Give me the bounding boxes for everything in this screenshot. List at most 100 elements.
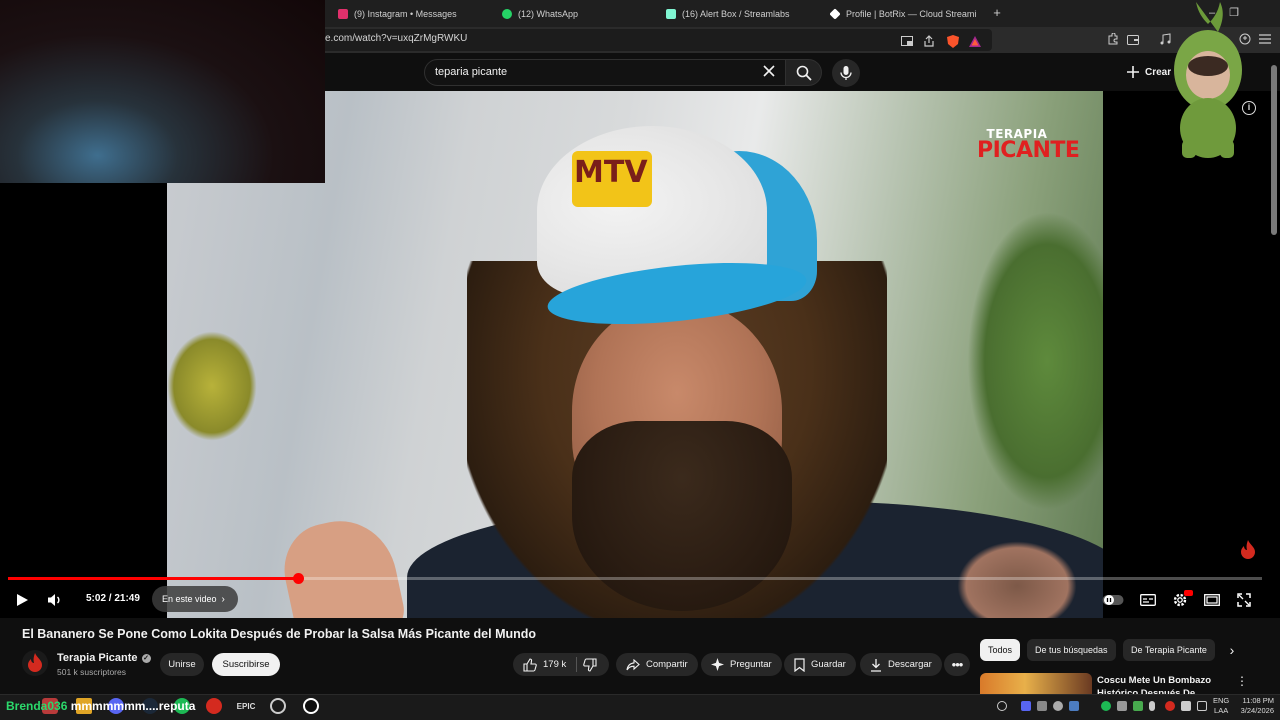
picture-in-picture-icon[interactable] <box>900 34 914 48</box>
clock-date: 3/24/2026 <box>1240 706 1274 715</box>
tab-label: (9) Instagram • Messages <box>354 8 457 19</box>
fullscreen-icon <box>1237 593 1251 607</box>
background-plant <box>967 211 1103 511</box>
tray-app-icon[interactable] <box>1117 701 1127 711</box>
epic-games-icon[interactable]: EPIC <box>237 698 256 714</box>
more-actions-button[interactable]: ••• <box>944 653 970 676</box>
channel-watermark: TERAPIA PICANTE <box>977 128 1080 162</box>
share-arrow-icon <box>626 658 640 670</box>
divider <box>576 657 578 672</box>
share-button[interactable]: Compartir <box>616 653 698 676</box>
tray-battery-icon[interactable] <box>1197 701 1207 711</box>
search-query: teparia picante <box>435 66 508 78</box>
subtitles-button[interactable] <box>1138 590 1158 610</box>
page-scrollbar[interactable] <box>1271 65 1277 235</box>
mascot-overlay <box>1174 2 1242 158</box>
more-horizontal-icon: ••• <box>951 657 964 672</box>
channel-avatar[interactable] <box>22 650 48 676</box>
tab-whatsapp[interactable]: (12) WhatsApp <box>502 2 652 25</box>
ask-label: Preguntar <box>730 659 772 670</box>
tray-app-icon[interactable] <box>1053 701 1063 711</box>
info-icon[interactable]: i <box>1242 101 1256 115</box>
progress-scrubber[interactable] <box>293 573 304 584</box>
search-button[interactable] <box>786 59 822 86</box>
chapters-button[interactable]: En este video › <box>152 586 238 612</box>
fire-watermark-icon <box>1240 540 1256 560</box>
volume-icon <box>48 594 60 606</box>
instagram-icon <box>338 8 348 19</box>
tab-streamlabs[interactable]: (16) Alert Box / Streamlabs <box>666 2 816 25</box>
address-bar[interactable]: e.com/watch?v=uxqZrMgRWKU <box>320 29 992 51</box>
save-button[interactable]: Guardar <box>784 653 856 676</box>
thumbs-up-icon[interactable] <box>523 657 537 672</box>
voice-search-button[interactable] <box>832 59 860 87</box>
tab-label: Profile | BotRix — Cloud Streaming B <box>846 8 976 19</box>
tab-botrix[interactable]: Profile | BotRix — Cloud Streaming B <box>830 2 976 25</box>
download-icon <box>871 658 881 672</box>
wallet-icon[interactable] <box>1126 32 1140 46</box>
chat-username: Brenda036 <box>6 699 68 713</box>
channel-name[interactable]: Terapia Picante ✓ <box>57 652 151 664</box>
url-text: e.com/watch?v=uxqZrMgRWKU <box>325 33 468 44</box>
more-vertical-icon[interactable]: ⋮ <box>1236 674 1248 688</box>
chat-message: mmmmmmm....reputa <box>70 699 196 713</box>
subtitles-icon <box>1140 594 1156 606</box>
chevron-right-icon: › <box>221 593 225 605</box>
brave-shield-icon[interactable] <box>946 34 960 48</box>
tray-network-icon[interactable] <box>997 701 1007 711</box>
language-indicator[interactable]: ENG LAA <box>1213 696 1229 716</box>
chip-all[interactable]: Todos <box>980 639 1021 661</box>
tab-instagram[interactable]: (9) Instagram • Messages <box>338 2 488 25</box>
recording-app-icon[interactable] <box>206 698 222 714</box>
subscribe-button[interactable]: Suscribirse <box>212 653 280 676</box>
system-clock[interactable]: 11:08 PM 3/24/2026 <box>1236 696 1274 716</box>
share-icon[interactable] <box>922 34 936 48</box>
subscriber-count: 501 k suscriptores <box>57 667 126 677</box>
tray-recording-icon[interactable] <box>1165 701 1175 711</box>
tray-discord-icon[interactable] <box>1021 701 1031 711</box>
tray-microphone-icon[interactable] <box>1149 701 1155 711</box>
microphone-icon <box>840 66 852 80</box>
search-input[interactable]: teparia picante <box>424 59 786 86</box>
tray-spotify-icon[interactable] <box>1101 701 1111 711</box>
tray-app-icon[interactable] <box>1133 701 1143 711</box>
tray-app-icon[interactable] <box>1037 701 1047 711</box>
streamlabs-icon <box>666 8 676 19</box>
botrix-icon <box>830 7 841 20</box>
new-tab-button[interactable]: + <box>990 4 1004 22</box>
miniplayer-button[interactable] <box>1202 590 1222 610</box>
fullscreen-button[interactable] <box>1234 590 1254 610</box>
person-hand <box>275 510 409 618</box>
bookmark-icon <box>794 657 805 672</box>
chip-from-channel[interactable]: De Terapia Picante <box>1123 639 1215 661</box>
clear-search-icon[interactable] <box>762 64 778 80</box>
hd-badge <box>1184 590 1193 596</box>
browser-taskbar-icon[interactable] <box>303 698 319 714</box>
download-button[interactable]: Descargar <box>860 653 942 676</box>
play-button[interactable] <box>12 590 32 610</box>
clock-time: 11:08 PM <box>1242 696 1274 705</box>
menu-icon[interactable] <box>1258 32 1272 46</box>
tray-app-icon[interactable] <box>1069 701 1079 711</box>
brave-rewards-icon[interactable] <box>968 34 982 48</box>
chip-from-searches[interactable]: De tus búsquedas <box>1027 639 1116 661</box>
share-label: Compartir <box>646 659 688 670</box>
join-button[interactable]: Unirse <box>160 653 204 676</box>
create-button[interactable]: Crear <box>1126 63 1171 81</box>
extensions-icon[interactable] <box>1106 32 1120 46</box>
thumbs-down-icon[interactable] <box>583 657 597 672</box>
obs-icon[interactable] <box>270 698 286 714</box>
like-count[interactable]: 179 k <box>543 659 566 670</box>
like-dislike-group: 179 k <box>513 653 609 676</box>
background-plant <box>167 331 257 441</box>
verified-icon: ✓ <box>141 653 151 663</box>
settings-button[interactable] <box>1170 590 1193 610</box>
language-code: ENG <box>1213 696 1230 705</box>
volume-button[interactable] <box>45 590 65 610</box>
autoplay-toggle[interactable] <box>1102 590 1124 610</box>
layout-code: LAA <box>1214 706 1229 715</box>
ask-button[interactable]: Preguntar <box>701 653 782 676</box>
chevron-right-icon[interactable]: › <box>1224 642 1240 658</box>
tab-label: (12) WhatsApp <box>518 8 579 19</box>
tray-volume-icon[interactable] <box>1181 701 1191 711</box>
